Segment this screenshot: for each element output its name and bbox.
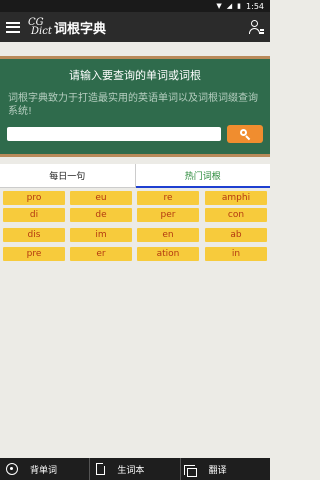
app-title: 词根字典 — [54, 21, 107, 37]
root-chip[interactable]: ation — [137, 247, 199, 261]
root-chip[interactable]: en — [137, 228, 199, 242]
document-icon — [96, 462, 106, 475]
board-description: 词根字典致力于打造最实用的英语单词以及词根词缀查询系统! — [8, 93, 258, 117]
root-chip[interactable]: con — [205, 208, 267, 222]
memorize-words-label: 背单词 — [30, 465, 58, 476]
search-input[interactable] — [7, 127, 221, 141]
translate-label: 翻译 — [208, 465, 227, 476]
root-chip[interactable]: pro — [3, 191, 65, 205]
status-bar: ▼ ◢ ▮ 1:54 — [0, 0, 270, 12]
root-chip[interactable]: pre — [3, 247, 65, 261]
app-bar: CG Dict 词根字典 — [0, 12, 270, 42]
tab-daily-sentence[interactable]: 每日一句 — [0, 164, 136, 188]
root-chip[interactable]: per — [137, 208, 199, 222]
search-board: 请输入要查询的单词或词根 词根字典致力于打造最实用的英语单词以及词根词缀查询系统… — [0, 56, 270, 157]
search-button[interactable] — [227, 125, 263, 143]
root-chip[interactable]: de — [70, 208, 132, 222]
root-chip[interactable]: di — [3, 208, 65, 222]
root-chip[interactable]: er — [70, 247, 132, 261]
user-icon[interactable] — [248, 19, 264, 35]
status-time: 1:54 — [246, 1, 264, 11]
vocabulary-book-label: 生词本 — [117, 465, 145, 476]
root-chip[interactable]: re — [137, 191, 199, 205]
refresh-icon — [6, 463, 18, 475]
signal-icon: ◢ — [226, 2, 233, 10]
bottom-bar: 背单词 生词本 翻译 — [0, 458, 270, 480]
root-chip[interactable]: ab — [205, 228, 267, 242]
battery-icon: ▮ — [237, 2, 242, 10]
root-chip[interactable]: eu — [70, 191, 132, 205]
translate-button[interactable]: 翻译 — [179, 458, 270, 480]
memorize-words-button[interactable]: 背单词 — [0, 458, 89, 480]
root-chip[interactable]: dis — [3, 228, 65, 242]
root-chip[interactable]: im — [70, 228, 132, 242]
copy-icon — [183, 464, 197, 477]
menu-icon[interactable] — [6, 21, 20, 33]
vocabulary-book-button[interactable]: 生词本 — [89, 458, 179, 480]
app-logo: CG Dict — [28, 17, 52, 37]
root-chip[interactable]: amphi — [205, 191, 267, 205]
tab-popular-roots[interactable]: 热门词根 — [135, 164, 270, 188]
board-title: 请输入要查询的单词或词根 — [69, 69, 201, 82]
root-chip[interactable]: in — [205, 247, 267, 261]
tab-bar: 每日一句 热门词根 — [0, 164, 270, 188]
wifi-icon: ▼ — [216, 2, 222, 10]
search-icon — [240, 129, 251, 141]
